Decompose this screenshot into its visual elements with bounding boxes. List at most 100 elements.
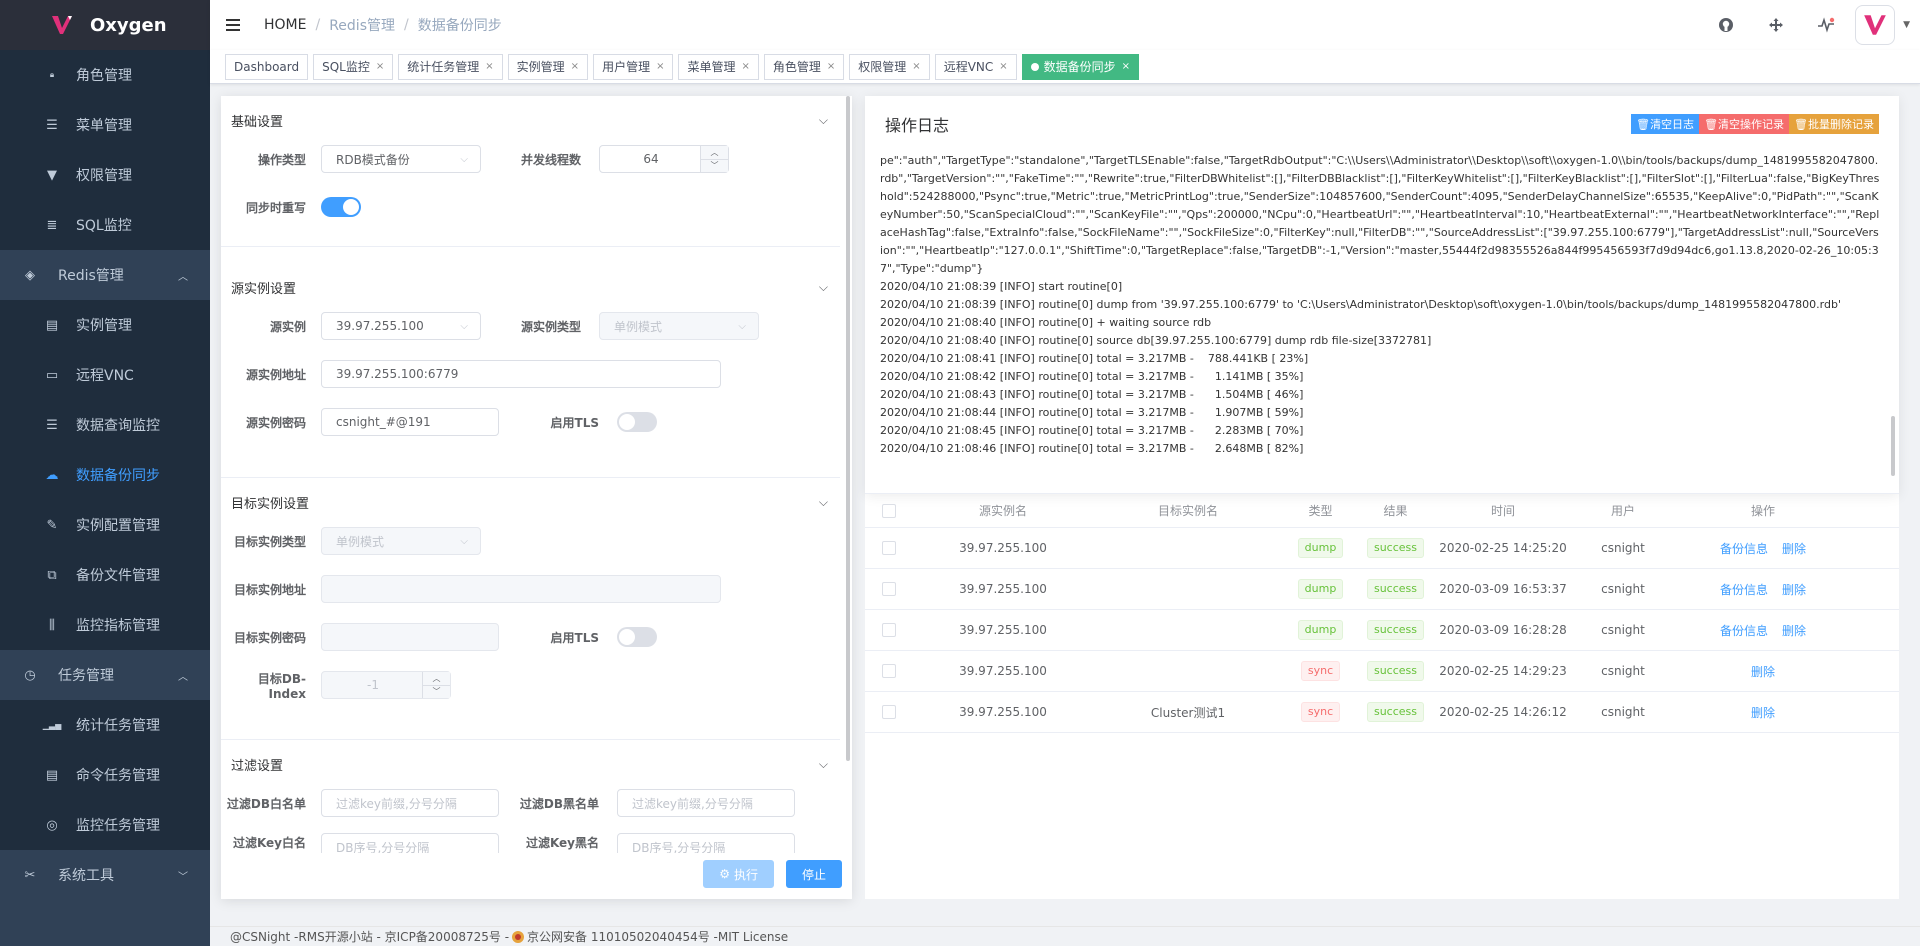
threads-stepper[interactable]: 64 ︿ ﹀ xyxy=(599,145,729,173)
stop-button[interactable]: 停止 xyxy=(785,860,842,888)
avatar[interactable] xyxy=(1855,5,1896,45)
move-icon[interactable] xyxy=(1751,0,1801,50)
backup-info-link[interactable]: 备份信息 xyxy=(1720,622,1768,639)
target-tls-toggle[interactable] xyxy=(617,627,657,647)
tag-1[interactable]: SQL监控 × xyxy=(313,53,394,80)
stepper-buttons[interactable]: ︿ ﹀ xyxy=(422,672,450,698)
sidebar-item-8[interactable]: ☁ 数据备份同步 xyxy=(0,450,210,500)
close-icon[interactable]: × xyxy=(999,55,1007,79)
sidebar-item-15[interactable]: ◎ 监控任务管理 xyxy=(0,800,210,850)
sidebar-item-14[interactable]: ▤ 命令任务管理 xyxy=(0,750,210,800)
source-instance-select[interactable]: 39.97.255.100 ⌵ xyxy=(321,312,481,340)
sidebar-item-11[interactable]: ⫼ 监控指标管理 xyxy=(0,600,210,650)
sidebar-item-0[interactable]: 🔒︎ 角色管理 xyxy=(0,50,210,100)
log-scrollbar[interactable] xyxy=(1891,416,1895,476)
target-type-select[interactable]: 单例模式 ⌵ xyxy=(321,527,481,555)
row-checkbox[interactable] xyxy=(882,582,896,596)
row-checkbox[interactable] xyxy=(882,705,896,719)
sidebar-item-9[interactable]: ✎ 实例配置管理 xyxy=(0,500,210,550)
close-icon[interactable]: × xyxy=(912,55,920,79)
tag-6[interactable]: 角色管理 × xyxy=(763,53,845,80)
source-type-select[interactable]: 单例模式 ⌵ xyxy=(599,312,759,340)
select-all-checkbox[interactable] xyxy=(882,503,896,518)
tag-7[interactable]: 权限管理 × xyxy=(849,53,930,80)
footer-right[interactable]: 京公网安备 11010502040454号 -MIT License xyxy=(527,928,788,945)
sidebar-item-13[interactable]: ▁▃▅ 统计任务管理 xyxy=(0,700,210,750)
sidebar-item-2[interactable]: ▼ 权限管理 xyxy=(0,150,210,200)
db-whitelist-input[interactable]: 过滤key前缀,分号分隔 xyxy=(321,789,499,817)
section-filter[interactable]: 过滤设置 ⌵ xyxy=(221,740,840,788)
table-row[interactable]: 39.97.255.100 sync success 2020-02-25 14:29… xyxy=(865,651,1899,692)
decrease-icon[interactable]: ﹀ xyxy=(423,684,450,698)
close-icon[interactable]: × xyxy=(376,55,384,79)
clear-log-button[interactable]: 🗑︎ 清空日志 xyxy=(1631,114,1700,134)
increase-icon[interactable]: ︿ xyxy=(423,672,450,685)
chevron-down-icon[interactable]: ⌵ xyxy=(819,113,828,128)
app-logo[interactable]: Oxygen xyxy=(0,0,210,50)
op-type-select[interactable]: RDB模式备份 ⌵ xyxy=(321,145,481,173)
section-basic[interactable]: 基础设置 ⌵ xyxy=(221,96,840,144)
section-source[interactable]: 源实例设置 ⌵ xyxy=(221,263,840,311)
target-db-stepper[interactable]: -1 ︿ ﹀ xyxy=(321,671,451,699)
close-icon[interactable]: × xyxy=(1122,55,1130,79)
delete-link[interactable]: 删除 xyxy=(1751,704,1775,721)
sidebar-item-6[interactable]: ▭ 远程VNC xyxy=(0,350,210,400)
backup-info-link[interactable]: 备份信息 xyxy=(1720,581,1768,598)
tag-2[interactable]: 统计任务管理 × xyxy=(398,53,503,80)
execute-button[interactable]: ⚙ 执行 xyxy=(703,860,774,888)
sidebar-item-12[interactable]: ◷ 任务管理 ︿ xyxy=(0,650,210,700)
table-row[interactable]: 39.97.255.100 dump success 2020-03-09 16:28… xyxy=(865,610,1899,651)
delete-link[interactable]: 删除 xyxy=(1782,581,1806,598)
chevron-down-icon[interactable]: ▼ xyxy=(1903,20,1910,30)
log-content[interactable]: pe":"auth","TargetType":"standalone","Ta… xyxy=(880,152,1880,482)
close-icon[interactable]: × xyxy=(571,55,579,79)
tag-8[interactable]: 远程VNC × xyxy=(934,53,1017,80)
key-whitelist-input[interactable]: DB序号,分号分隔 xyxy=(321,833,499,853)
close-icon[interactable]: × xyxy=(485,55,493,79)
chevron-down-icon[interactable]: ⌵ xyxy=(819,280,828,295)
table-row[interactable]: 39.97.255.100 dump success 2020-03-09 16:53… xyxy=(865,569,1899,610)
batch-delete-button[interactable]: 🗑︎ 批量删除记录 xyxy=(1789,114,1879,134)
sidebar-item-16[interactable]: ✂ 系统工具 ﹀ xyxy=(0,850,210,900)
breadcrumb-redis[interactable]: Redis管理 xyxy=(329,15,395,35)
target-pwd-input[interactable] xyxy=(321,623,499,651)
section-target[interactable]: 目标实例设置 ⌵ xyxy=(221,478,840,526)
delete-link[interactable]: 删除 xyxy=(1782,622,1806,639)
tag-5[interactable]: 菜单管理 × xyxy=(678,53,759,80)
increase-icon[interactable]: ︿ xyxy=(701,146,728,159)
clear-ops-button[interactable]: 🗑︎ 清空操作记录 xyxy=(1699,114,1790,134)
source-addr-input[interactable]: 39.97.255.100:6779 xyxy=(321,360,721,388)
chevron-down-icon[interactable]: ⌵ xyxy=(819,495,828,510)
table-row[interactable]: 39.97.255.100 Cluster测试1 sync success 2020-0… xyxy=(865,692,1899,733)
github-icon[interactable] xyxy=(1701,0,1751,50)
sidebar-item-3[interactable]: ≣ SQL监控 xyxy=(0,200,210,250)
decrease-icon[interactable]: ﹀ xyxy=(701,158,728,172)
stepper-buttons[interactable]: ︿ ﹀ xyxy=(700,146,728,172)
row-checkbox[interactable] xyxy=(882,664,896,678)
activity-icon[interactable] xyxy=(1801,0,1851,50)
close-icon[interactable]: × xyxy=(827,55,835,79)
target-addr-input[interactable] xyxy=(321,575,721,603)
hamburger-icon[interactable] xyxy=(226,15,246,35)
form-scrollbar[interactable] xyxy=(846,96,850,761)
chevron-down-icon[interactable]: ⌵ xyxy=(819,757,828,772)
close-icon[interactable]: × xyxy=(656,55,664,79)
source-pwd-input[interactable]: csnight_#@191 xyxy=(321,408,499,436)
sidebar-item-10[interactable]: ⧉ 备份文件管理 xyxy=(0,550,210,600)
sidebar-item-4[interactable]: ◈ Redis管理 ︿ xyxy=(0,250,210,300)
close-icon[interactable]: × xyxy=(741,55,749,79)
sidebar-item-5[interactable]: ▤ 实例管理 xyxy=(0,300,210,350)
rewrite-toggle[interactable] xyxy=(321,197,361,217)
source-tls-toggle[interactable] xyxy=(617,412,657,432)
key-blacklist-input[interactable]: DB序号,分号分隔 xyxy=(617,833,795,853)
sidebar-item-1[interactable]: ☰ 菜单管理 xyxy=(0,100,210,150)
delete-link[interactable]: 删除 xyxy=(1782,540,1806,557)
sidebar-item-7[interactable]: ☰ 数据查询监控 xyxy=(0,400,210,450)
backup-info-link[interactable]: 备份信息 xyxy=(1720,540,1768,557)
tag-4[interactable]: 用户管理 × xyxy=(593,53,674,80)
tag-0[interactable]: Dashboard xyxy=(225,53,309,80)
tag-9[interactable]: 数据备份同步 × xyxy=(1021,53,1140,80)
footer-left[interactable]: @CSNight -RMS开源小站 - 京ICP备20008725号 - xyxy=(230,928,509,945)
table-row[interactable]: 39.97.255.100 dump success 2020-02-25 14:25… xyxy=(865,528,1899,569)
row-checkbox[interactable] xyxy=(882,541,896,555)
